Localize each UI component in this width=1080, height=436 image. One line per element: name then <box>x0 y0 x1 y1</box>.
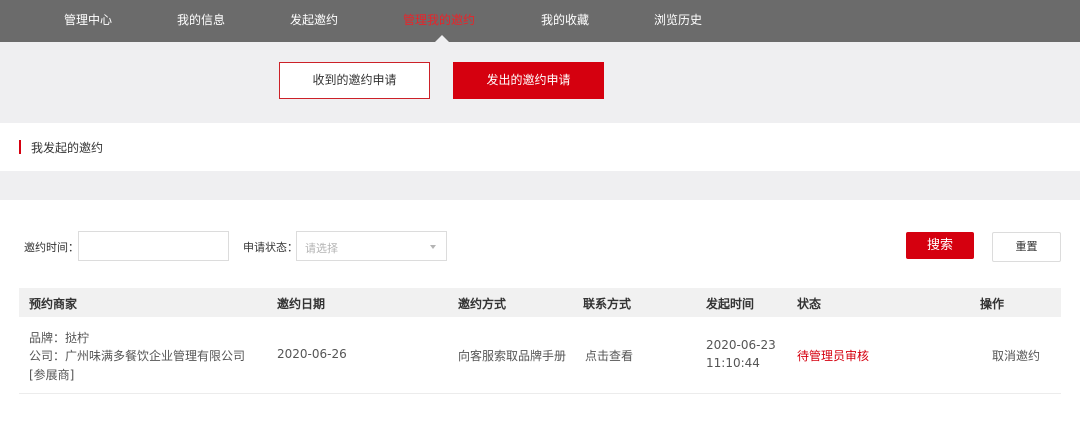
column-header-created-time: 发起时间 <box>706 297 755 311</box>
date-filter-input[interactable] <box>78 231 229 261</box>
title-accent-bar <box>19 140 21 154</box>
column-header-contact: 联系方式 <box>583 297 632 311</box>
date-filter-label: 邀约时间： <box>24 241 79 254</box>
row-invite-date: 2020-06-26 <box>277 347 347 361</box>
view-contact-link[interactable]: 点击查看 <box>585 347 633 364</box>
status-filter-label: 申请状态： <box>243 241 298 254</box>
table-header <box>19 288 1061 317</box>
reset-button[interactable]: 重置 <box>992 232 1061 262</box>
status-badge: 待管理员审核 <box>797 349 870 363</box>
column-header-action: 操作 <box>980 297 1005 311</box>
nav-item-start-invitation[interactable]: 发起邀约 <box>290 0 338 42</box>
row-brand: 品牌：挞柠 <box>29 331 90 345</box>
column-header-invite-date: 邀约日期 <box>277 297 326 311</box>
chevron-down-icon <box>430 245 436 249</box>
section-title: 我发起的邀约 <box>31 141 104 155</box>
row-merchant-type: [参展商] <box>29 368 75 382</box>
row-divider <box>19 393 1061 394</box>
section-title-bar <box>0 123 1080 171</box>
received-invitations-tab[interactable]: 收到的邀约申请 <box>279 62 430 99</box>
row-company: 公司：广州味满多餐饮企业管理有限公司 <box>29 349 246 363</box>
row-created-time: 11:10:44 <box>706 356 760 370</box>
sent-invitations-tab[interactable]: 发出的邀约申请 <box>453 62 604 99</box>
cancel-invitation-link[interactable]: 取消邀约 <box>992 347 1040 364</box>
search-button[interactable]: 搜索 <box>906 232 974 259</box>
status-select[interactable]: 请选择 <box>296 231 447 261</box>
nav-item-my-info[interactable]: 我的信息 <box>177 0 225 42</box>
row-invite-method: 向客服索取品牌手册 <box>458 349 567 363</box>
nav-item-browse-history[interactable]: 浏览历史 <box>654 0 702 42</box>
column-header-status: 状态 <box>797 297 822 311</box>
row-created-date: 2020-06-23 <box>706 338 776 352</box>
nav-item-admin-center[interactable]: 管理中心 <box>64 0 112 42</box>
status-select-placeholder: 请选择 <box>305 242 338 255</box>
nav-item-my-favorites[interactable]: 我的收藏 <box>541 0 589 42</box>
column-header-merchant: 预约商家 <box>29 297 78 311</box>
top-nav: 管理中心 我的信息 发起邀约 管理我的邀约 我的收藏 浏览历史 <box>0 0 1080 42</box>
column-header-invite-method: 邀约方式 <box>458 297 507 311</box>
active-nav-indicator <box>435 35 449 42</box>
